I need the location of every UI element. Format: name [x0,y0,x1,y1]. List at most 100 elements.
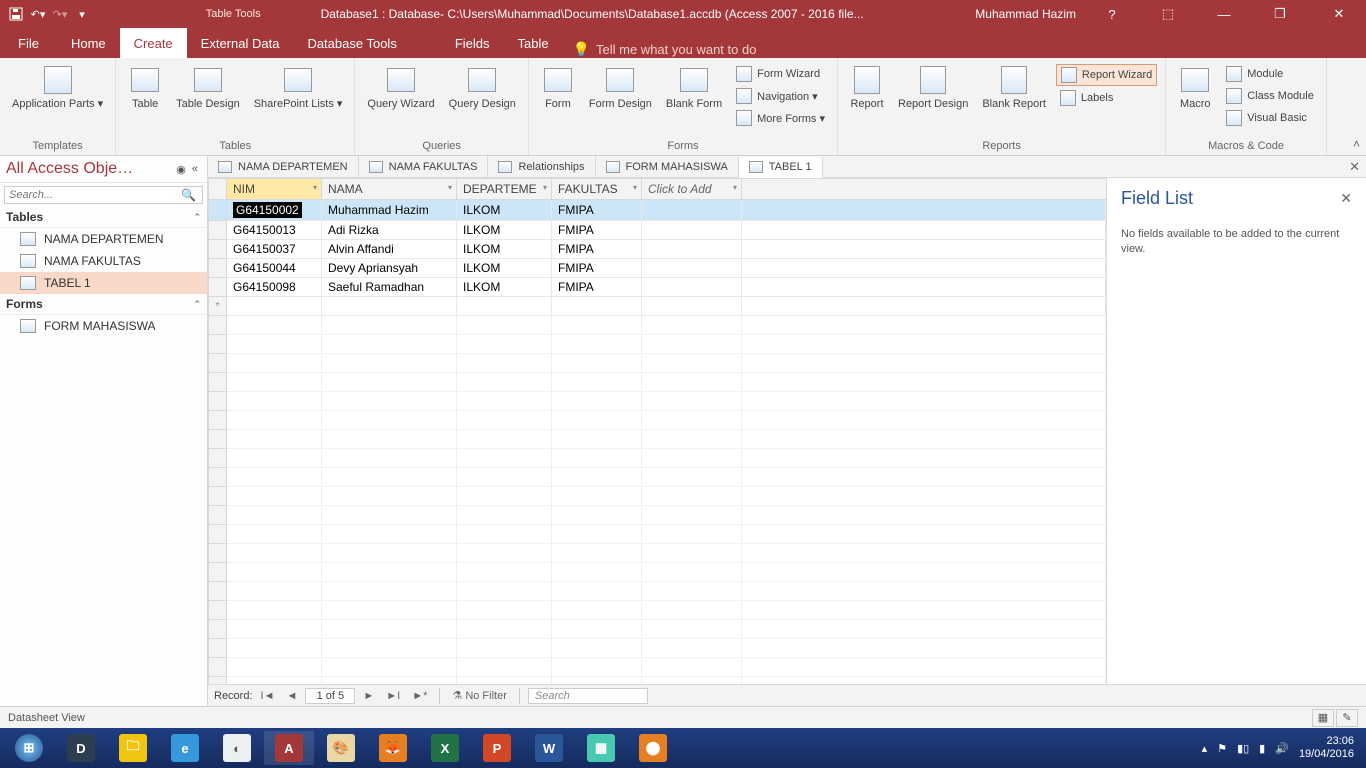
nav-item-nama-departemen[interactable]: NAMA DEPARTEMEN [0,228,207,250]
cell-nim[interactable]: G64150013 [227,221,322,240]
col-header-departeme[interactable]: DEPARTEME▾ [457,179,552,200]
new-record-icon[interactable]: ►* [408,690,431,702]
taskbar-app[interactable]: ◐ [212,731,262,765]
table-button[interactable]: Table [122,62,168,138]
cell-dep[interactable]: ILKOM [457,200,552,221]
tray-up-icon[interactable]: ▴ [1202,742,1208,755]
record-position[interactable]: 1 of 5 [305,688,355,704]
database-tools-tab[interactable]: Database Tools [293,28,410,58]
nav-search[interactable]: 🔍 [4,186,203,204]
col-header-click-to-add[interactable]: Click to Add▾ [642,179,742,200]
dropdown-icon[interactable]: ▾ [448,183,452,192]
doctab-tabel-1[interactable]: TABEL 1 [739,157,823,178]
dropdown-icon[interactable]: ▾ [633,183,637,192]
report-button[interactable]: Report [844,62,890,138]
doctab-close-icon[interactable]: ✕ [1343,156,1366,177]
new-record-indicator[interactable]: * [209,297,227,316]
close-icon[interactable]: ✕ [1316,0,1362,28]
row-selector[interactable] [209,259,227,278]
module-button[interactable]: Module [1222,64,1318,84]
cell-fak[interactable]: FMIPA [552,240,642,259]
save-icon[interactable] [8,6,24,22]
cell-fak[interactable]: FMIPA [552,221,642,240]
labels-button[interactable]: Labels [1056,88,1157,108]
table-row[interactable]: G64150044Devy ApriansyahILKOMFMIPA [209,259,1106,278]
doctab-nama-departemen[interactable]: NAMA DEPARTEMEN [208,156,359,177]
taskbar-app[interactable]: D [56,731,106,765]
doctab-relationships[interactable]: Relationships [488,156,595,177]
file-tab[interactable]: File [0,28,57,58]
datasheet-view-icon[interactable]: ▦ [1312,709,1334,727]
cell-nama[interactable]: Alvin Affandi [322,240,457,259]
col-header-nama[interactable]: NAMA▾ [322,179,457,200]
first-record-icon[interactable]: I◄ [257,690,279,702]
taskbar-excel[interactable]: X [420,731,470,765]
class-module-button[interactable]: Class Module [1222,86,1318,106]
query-design-button[interactable]: Query Design [443,62,522,138]
table-tab[interactable]: Table [504,28,563,58]
select-all-cell[interactable] [209,179,227,200]
new-record-row[interactable]: * [209,297,1106,316]
row-selector[interactable] [209,278,227,297]
report-wizard-button[interactable]: Report Wizard [1056,64,1157,86]
table-row[interactable]: G64150013Adi RizkaILKOMFMIPA [209,221,1106,240]
record-search-input[interactable]: Search [528,688,648,704]
collapse-ribbon-icon[interactable]: ˄ [1353,137,1360,151]
taskbar-foxit[interactable]: ⬤ [628,731,678,765]
cell-nama[interactable]: Saeful Ramadhan [322,278,457,297]
row-selector[interactable] [209,200,227,221]
cell-dep[interactable]: ILKOM [457,278,552,297]
table-design-button[interactable]: Table Design [170,62,246,138]
cell-nama[interactable]: Adi Rizka [322,221,457,240]
nav-item-form-mahasiswa[interactable]: FORM MAHASISWA [0,315,207,337]
cell-fak[interactable]: FMIPA [552,259,642,278]
taskbar-clock[interactable]: 23:06 19/04/2016 [1299,735,1354,761]
blank-form-button[interactable]: Blank Form [660,62,728,138]
nav-item-tabel-1[interactable]: TABEL 1 [0,272,207,294]
taskbar-word[interactable]: W [524,731,574,765]
taskbar-powerpoint[interactable]: P [472,731,522,765]
field-list-close-icon[interactable]: ✕ [1340,190,1352,207]
nav-group-tables[interactable]: Tables⌃ [0,207,207,228]
prev-record-icon[interactable]: ◄ [282,690,301,702]
cell-dep[interactable]: ILKOM [457,221,552,240]
last-record-icon[interactable]: ►I [382,690,404,702]
cell-fak[interactable]: FMIPA [552,278,642,297]
filter-icon[interactable]: ⚗ No Filter [448,689,510,702]
visual-basic-button[interactable]: Visual Basic [1222,108,1318,128]
battery-icon[interactable]: ▮ [1259,742,1265,755]
create-tab[interactable]: Create [120,28,187,58]
nav-item-nama-fakultas[interactable]: NAMA FAKULTAS [0,250,207,272]
taskbar-ie[interactable]: e [160,731,210,765]
table-row[interactable]: G64150002Muhammad HazimILKOMFMIPA [209,200,1106,221]
restore-icon[interactable]: ❐ [1260,0,1300,28]
cell-nim[interactable]: G64150002 [227,200,322,221]
cell-dep[interactable]: ILKOM [457,259,552,278]
taskbar-firefox[interactable]: 🦊 [368,731,418,765]
table-row[interactable]: G64150037Alvin AffandiILKOMFMIPA [209,240,1106,259]
row-selector[interactable] [209,240,227,259]
help-icon[interactable]: ? [1092,0,1132,28]
taskbar-access[interactable]: A [264,731,314,765]
volume-icon[interactable]: 🔊 [1275,742,1289,755]
col-header-fakultas[interactable]: FAKULTAS▾ [552,179,642,200]
next-record-icon[interactable]: ► [359,690,378,702]
cell-dep[interactable]: ILKOM [457,240,552,259]
dropdown-icon[interactable]: ▾ [733,183,737,192]
taskbar-app[interactable]: ▦ [576,731,626,765]
more-forms-button[interactable]: More Forms ▾ [732,108,829,128]
cell-nim[interactable]: G64150098 [227,278,322,297]
col-header-nim[interactable]: NIM▾ [227,179,322,200]
start-button[interactable]: ⊞ [4,731,54,765]
system-tray[interactable]: ▴ ⚑ ▮▯ ▮ 🔊 23:06 19/04/2016 [1202,735,1362,761]
form-wizard-button[interactable]: Form Wizard [732,64,829,84]
qat-customize-icon[interactable]: ▾ [74,6,90,22]
design-view-icon[interactable]: ✎ [1336,709,1358,727]
taskbar-paint[interactable]: 🎨 [316,731,366,765]
search-icon[interactable]: 🔍 [175,188,202,202]
navigation-button[interactable]: Navigation ▾ [732,86,829,106]
table-row[interactable]: G64150098Saeful RamadhanILKOMFMIPA [209,278,1106,297]
network-icon[interactable]: ▮▯ [1237,742,1249,755]
nav-search-input[interactable] [5,187,175,203]
ribbon-display-options-icon[interactable]: ⬚ [1148,0,1188,28]
